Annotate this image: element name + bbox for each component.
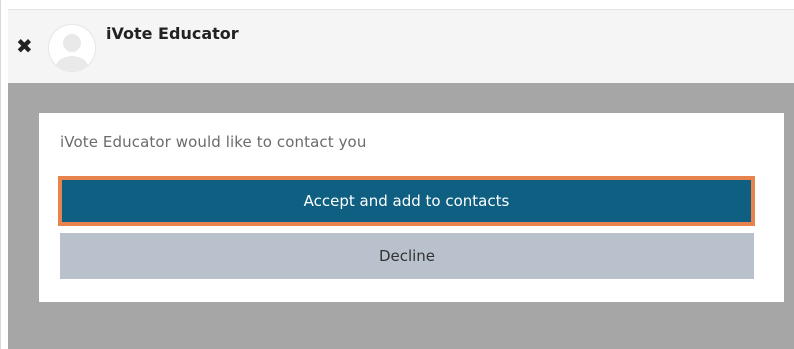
close-icon[interactable]: ✖: [16, 34, 36, 58]
contact-request-dialog: iVote Educator would like to contact you…: [39, 113, 784, 302]
dialog-overlay: iVote Educator would like to contact you…: [8, 83, 794, 349]
default-avatar-icon: [48, 24, 96, 72]
contact-request-panel: ✖ iVote Educator iVote Educator would li…: [0, 0, 794, 349]
contact-name: iVote Educator: [106, 24, 239, 43]
accept-and-add-button[interactable]: Accept and add to contacts: [58, 176, 755, 226]
conversation-header: ✖ iVote Educator: [8, 9, 794, 83]
contact-request-prompt: iVote Educator would like to contact you: [60, 133, 367, 151]
decline-button[interactable]: Decline: [60, 233, 754, 279]
